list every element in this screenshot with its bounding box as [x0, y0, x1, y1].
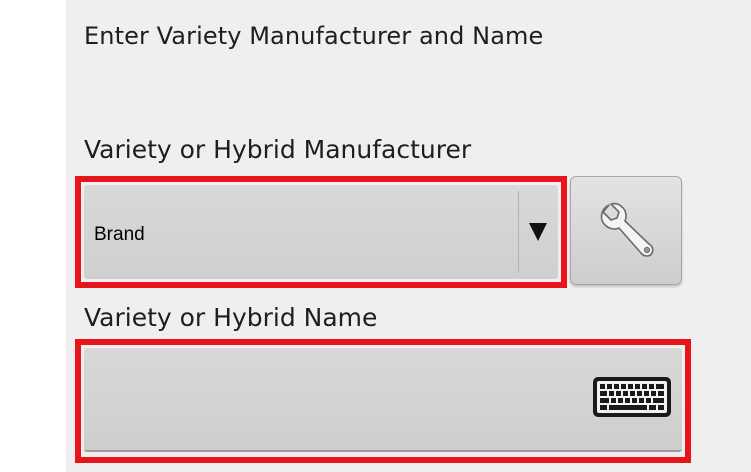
manufacturer-dropdown[interactable]: Brand	[84, 185, 558, 279]
variety-name-input[interactable]	[84, 348, 682, 452]
dropdown-arrow-icon[interactable]	[529, 223, 547, 241]
variety-name-label: Variety or Hybrid Name	[84, 303, 378, 332]
manufacturer-settings-button[interactable]	[570, 176, 682, 285]
manufacturer-selected-value: Brand	[94, 224, 145, 245]
wrench-icon	[600, 202, 654, 257]
manufacturer-label: Variety or Hybrid Manufacturer	[84, 135, 472, 164]
dropdown-divider	[518, 191, 519, 273]
page-title: Enter Variety Manufacturer and Name	[84, 22, 544, 50]
keyboard-icon[interactable]	[592, 376, 672, 418]
